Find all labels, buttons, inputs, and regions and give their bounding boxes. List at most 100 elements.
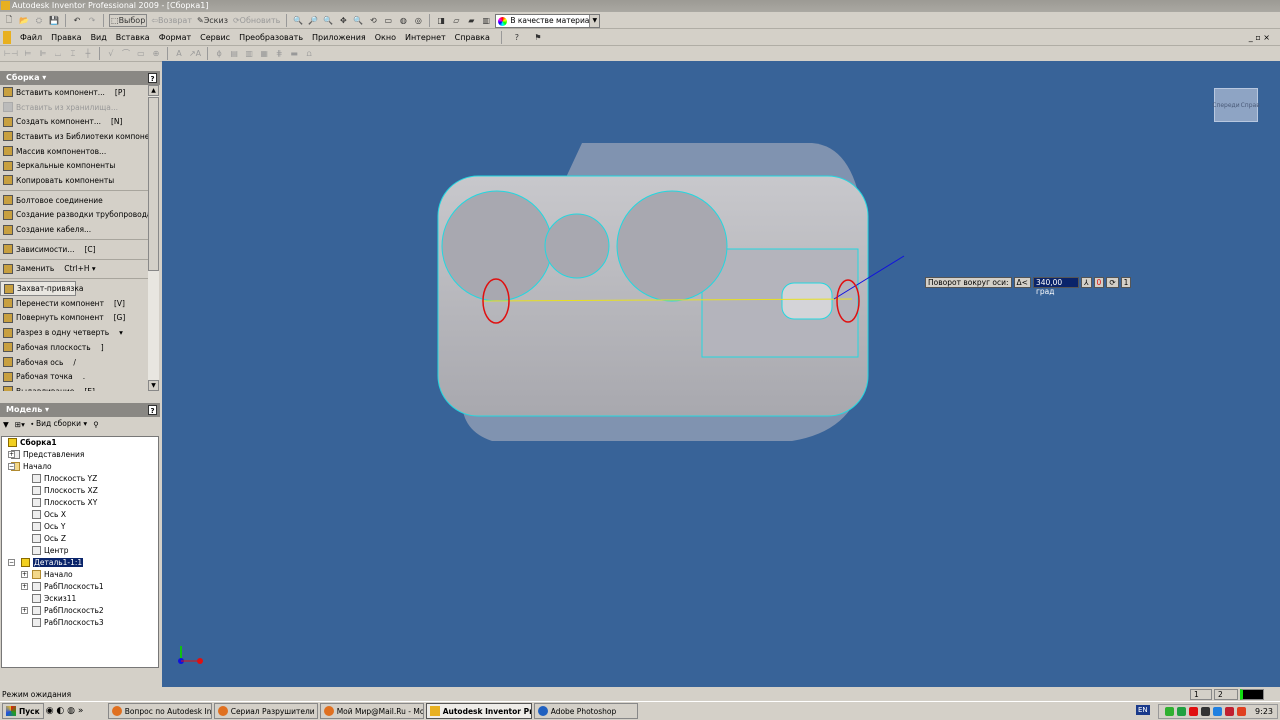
tree-node[interactable]: РабПлоскость3 <box>32 618 104 627</box>
task-photoshop[interactable]: Adobe Photoshop <box>533 703 638 719</box>
help-icon[interactable]: ? <box>148 73 157 83</box>
command-item[interactable]: Болтовое соединение <box>0 193 148 208</box>
leader-text-icon[interactable]: ↗A <box>188 47 202 60</box>
menu-tools[interactable]: Сервис <box>200 33 230 42</box>
ati-icon[interactable] <box>1189 707 1199 716</box>
pan-icon[interactable]: ✥ <box>337 14 349 27</box>
new-icon[interactable]: 🗋 <box>3 14 15 27</box>
command-item[interactable]: Копировать компоненты <box>0 173 148 188</box>
quick-launch[interactable]: ◉ ◐ ◍ » <box>46 706 106 716</box>
menu-internet[interactable]: Интернет <box>405 33 446 42</box>
chevron-down-icon[interactable]: ▼ <box>589 14 600 27</box>
task-inventor[interactable]: Autodesk Inventor Pr... <box>425 703 532 719</box>
antivirus-icon[interactable] <box>1225 707 1235 716</box>
tree-node[interactable]: Плоскость YZ <box>32 474 97 483</box>
command-item[interactable]: Вставить из Библиотеки компонентов. <box>0 129 148 144</box>
graphics-viewport[interactable]: Спереди Справ <box>162 61 1280 687</box>
expand-icon[interactable]: + <box>21 571 28 578</box>
menu-insert[interactable]: Вставка <box>116 33 150 42</box>
command-item[interactable]: Зеркальные компоненты <box>0 158 148 173</box>
save-icon[interactable]: 💾 <box>48 14 60 27</box>
reset-button[interactable]: 0 <box>1093 277 1105 288</box>
command-item[interactable]: Рабочая точка. <box>0 369 148 384</box>
apply-icon[interactable]: ⟳ <box>1106 277 1119 288</box>
select-button[interactable]: ⬚ Выбор <box>109 14 148 27</box>
menu-file[interactable]: Файл <box>20 33 42 42</box>
command-item[interactable]: Вставить компонент... [P] <box>0 85 148 100</box>
tree-node[interactable]: Плоскость XY <box>32 498 97 507</box>
redo-icon[interactable]: ↷ <box>86 14 98 27</box>
hole-note-icon[interactable]: ⌴ <box>52 47 64 60</box>
table-icon[interactable]: ▤ <box>228 47 240 60</box>
sketch-button[interactable]: ✎ Эскиз <box>196 14 229 27</box>
help-icon[interactable]: ? <box>511 31 523 44</box>
tree-node[interactable]: + Начало <box>21 570 73 579</box>
centermark-icon[interactable]: ┼ <box>82 47 94 60</box>
dimension-icon[interactable]: ⊢⊣ <box>3 47 19 60</box>
tree-node[interactable]: Сборка1 <box>8 438 57 447</box>
axis-triad-icon[interactable]: ⅄ <box>1080 277 1092 288</box>
open-icon[interactable]: 📂 <box>18 14 30 27</box>
expand-icon[interactable]: + <box>8 451 15 458</box>
delta-angle-button[interactable]: Δ< <box>1013 277 1031 288</box>
find-binoculars-icon[interactable]: ⚲ <box>93 420 99 429</box>
filter-icon[interactable]: ▼ <box>3 420 9 429</box>
expand-icon[interactable]: + <box>21 607 28 614</box>
hidden-edge-icon[interactable]: ◎ <box>412 14 424 27</box>
collapse-icon[interactable]: − <box>8 463 15 470</box>
feature-control-icon[interactable]: ▭ <box>135 47 147 60</box>
tree-node[interactable]: − Начало <box>8 462 52 471</box>
balloon-icon[interactable]: ϕ <box>213 47 225 60</box>
panel-scrollbar[interactable]: ▲ ▼ <box>148 85 159 391</box>
whats-this-icon[interactable]: ⚑ <box>532 31 544 44</box>
ground-plane-icon[interactable]: ▰ <box>465 14 477 27</box>
orbit-icon[interactable]: ⟲ <box>367 14 379 27</box>
tray-icon[interactable] <box>1165 707 1175 716</box>
shaded-icon[interactable]: ◍ <box>397 14 409 27</box>
weld-icon[interactable]: ⌒ <box>120 47 132 60</box>
dimension-icon[interactable]: ⊫ <box>37 47 49 60</box>
command-item[interactable]: Создание кабеля... <box>0 222 148 237</box>
menu-window[interactable]: Окно <box>375 33 396 42</box>
tray-icon[interactable] <box>1237 707 1247 716</box>
command-item[interactable]: Повернуть компонент [G] <box>0 311 148 326</box>
text-icon[interactable]: A <box>173 47 185 60</box>
command-item[interactable]: Массив компонентов... <box>0 144 148 159</box>
tree-node[interactable]: + РабПлоскость1 <box>21 582 104 591</box>
tree-node[interactable]: Эскиз11 <box>32 594 76 603</box>
camera-icon[interactable]: ▱ <box>450 14 462 27</box>
app-menu-icon[interactable] <box>3 31 11 44</box>
shadow-icon[interactable]: ▥ <box>480 14 492 27</box>
undo-icon[interactable]: ↶ <box>71 14 83 27</box>
command-item[interactable]: Рабочая плоскость] <box>0 340 148 355</box>
one-button[interactable]: 1 <box>1120 277 1132 288</box>
command-item[interactable]: Создание разводки трубопровода... <box>0 208 148 223</box>
model-panel-header[interactable]: Модель ▾? <box>0 403 160 417</box>
expand-icon[interactable]: + <box>21 583 28 590</box>
tree-node[interactable]: Плоскость XZ <box>32 486 98 495</box>
command-item[interactable]: Рабочая ось / <box>0 355 148 370</box>
viewcube-right-face[interactable]: Справ <box>1241 102 1260 109</box>
look-at-icon[interactable]: ▭ <box>382 14 394 27</box>
task-firefox-2[interactable]: Сериал Разрушители л... <box>213 703 318 719</box>
assembly-panel-header[interactable]: Сборка ▾? <box>0 71 160 85</box>
tree-node[interactable]: Центр <box>32 546 68 555</box>
tree-node[interactable]: Ось Y <box>32 522 65 531</box>
command-item[interactable]: Захват-привязка <box>0 281 84 296</box>
menu-applications[interactable]: Приложения <box>312 33 366 42</box>
zoom-icon[interactable]: 🔍 <box>322 14 334 27</box>
assembly-view-button[interactable]: ⬩ Вид сборки ▾ <box>31 419 87 429</box>
tree-node[interactable]: + РабПлоскость2 <box>21 606 104 615</box>
parts-list-icon[interactable]: ▥ <box>243 47 255 60</box>
scroll-up-arrow-icon[interactable]: ▲ <box>148 85 159 96</box>
return-button[interactable]: ⇦ Возврат <box>150 14 193 27</box>
command-item[interactable]: Вставить из хранилища... <box>0 100 148 115</box>
menu-edit[interactable]: Правка <box>51 33 81 42</box>
utorrent-icon[interactable] <box>1177 707 1187 716</box>
tray-icon[interactable] <box>1213 707 1223 716</box>
help-icon[interactable]: ? <box>148 405 157 415</box>
annotation-icon[interactable]: ⩍ <box>303 47 315 60</box>
surface-texture-icon[interactable]: √ <box>105 47 117 60</box>
datum-icon[interactable]: ⌶ <box>67 47 79 60</box>
menu-format[interactable]: Формат <box>159 33 191 42</box>
